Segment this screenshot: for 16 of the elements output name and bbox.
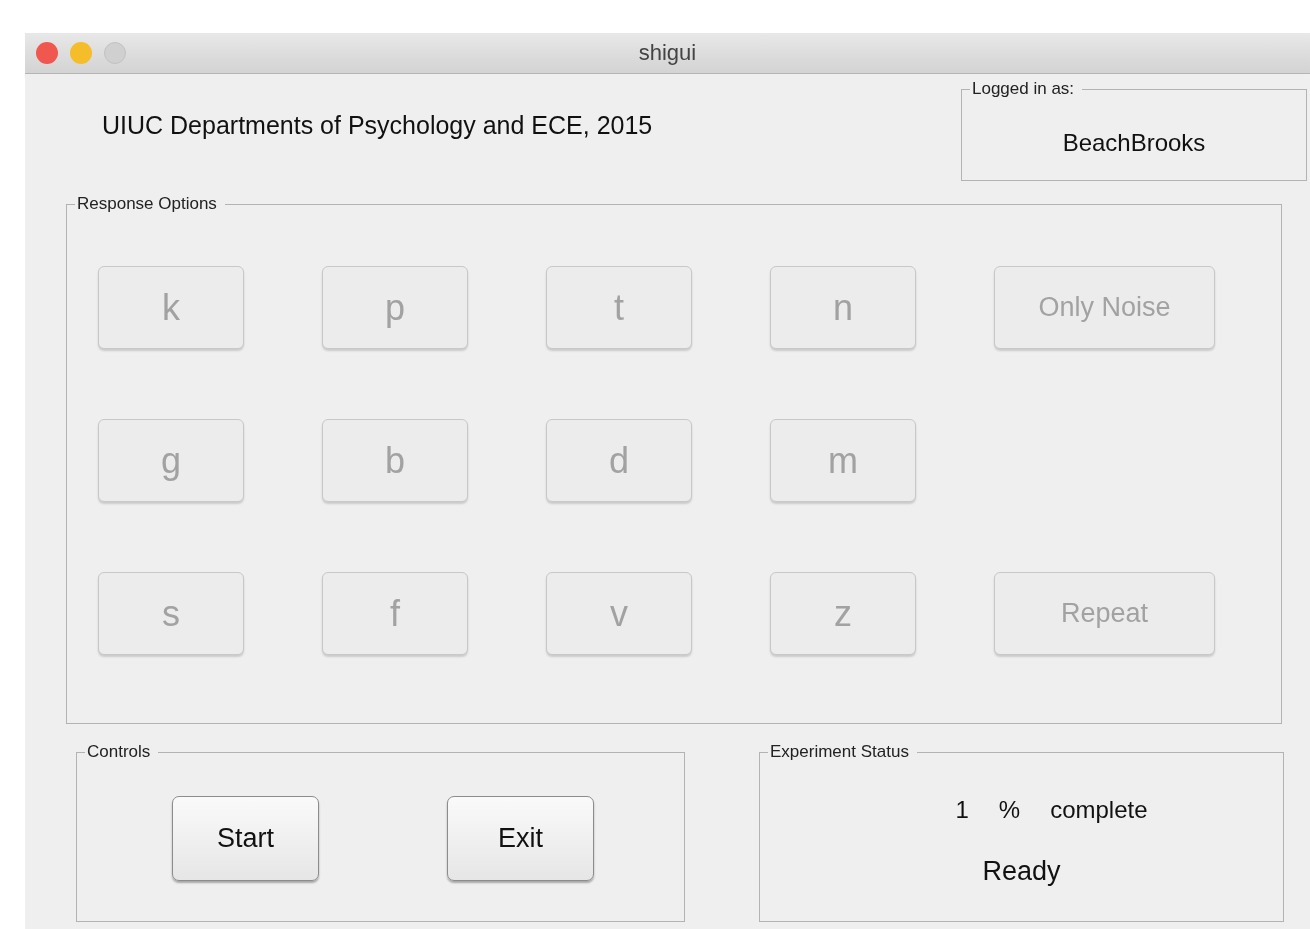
panel-title: Logged in as: (971, 79, 1076, 99)
minimize-icon[interactable] (70, 42, 92, 64)
header-text: UIUC Departments of Psychology and ECE, 2015 (102, 111, 653, 140)
control-button[interactable]: Start (172, 796, 319, 881)
window-title: shigui (638, 40, 697, 66)
panel-title: Experiment Status (769, 742, 910, 762)
close-icon[interactable] (36, 42, 58, 64)
complete-label: complete (1050, 796, 1148, 824)
status-text: Ready (982, 856, 1061, 887)
control-button[interactable]: Exit (447, 796, 594, 881)
user-name: BeachBrooks (1061, 128, 1207, 157)
panel-title: Response Options (76, 194, 218, 214)
zoom-icon[interactable] (104, 42, 126, 64)
percent-sign: % (998, 796, 1021, 824)
percent-value: 1 (955, 796, 969, 824)
panel-title: Controls (86, 742, 152, 762)
